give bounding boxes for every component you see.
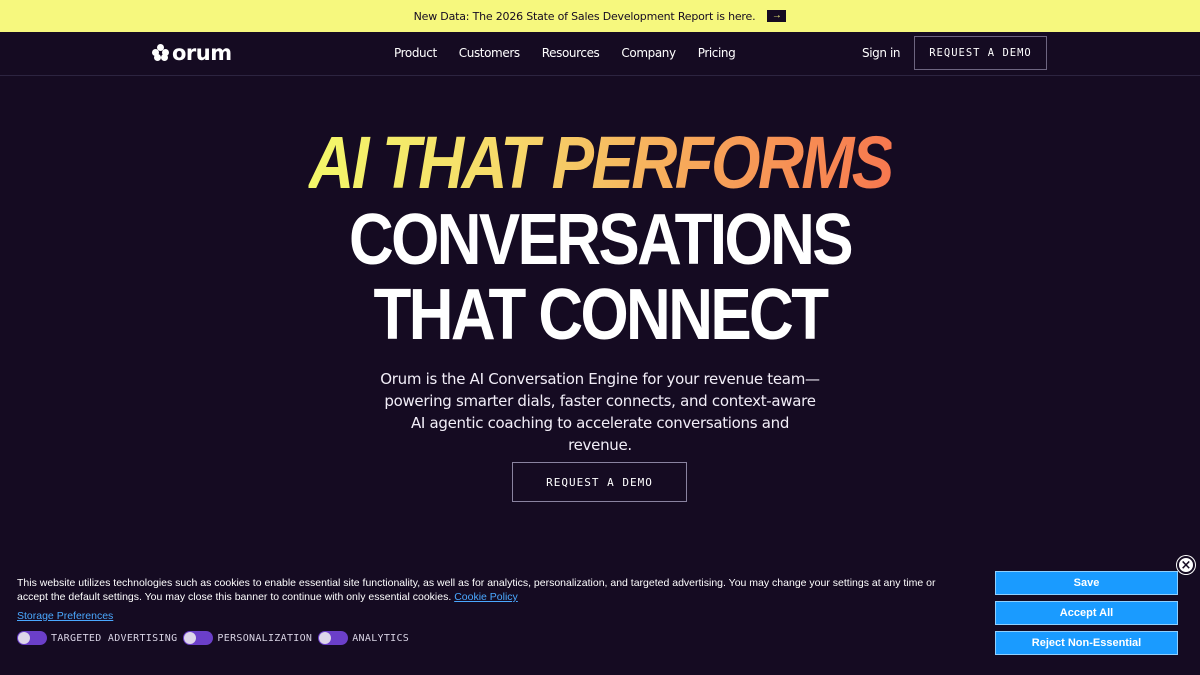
arrow-right-icon[interactable]: → (767, 10, 787, 22)
save-button[interactable]: Save (995, 571, 1178, 595)
close-icon[interactable]: × (1177, 556, 1195, 574)
targeted-advertising-toggle[interactable] (17, 631, 47, 645)
toggle-group-targeted-advertising: TARGETED ADVERTISING (17, 631, 177, 645)
analytics-toggle[interactable] (318, 631, 349, 645)
announcement-text[interactable]: New Data: The 2026 State of Sales Develo… (414, 10, 756, 23)
nav-link-resources[interactable]: Resources (542, 46, 600, 60)
toggle-knob (18, 632, 30, 644)
hero-headline-3: THAT CONNECT (373, 275, 829, 355)
hero-request-demo-button[interactable]: REQUEST A DEMO (512, 462, 687, 502)
toggle-group-analytics: ANALYTICS (318, 631, 409, 645)
toggle-group-personalization: PERSONALIZATION (183, 631, 312, 645)
cookie-text-block: This website utilizes technologies such … (17, 576, 967, 604)
nav-link-product[interactable]: Product (394, 46, 437, 60)
logo-mark-icon (152, 44, 170, 62)
announcement-bar[interactable]: New Data: The 2026 State of Sales Develo… (0, 0, 1200, 32)
analytics-label: ANALYTICS (352, 632, 410, 644)
hero-headline-gradient-text: AI THAT PERFORMS (308, 121, 894, 204)
personalization-toggle[interactable] (183, 631, 214, 645)
reject-non-essential-button[interactable]: Reject Non-Essential (995, 631, 1178, 655)
storage-preferences-link[interactable]: Storage Preferences (17, 610, 113, 622)
cookie-banner: This website utilizes technologies such … (0, 565, 1200, 675)
nav-link-company[interactable]: Company (621, 46, 676, 60)
logo[interactable]: orum (152, 41, 232, 65)
cookie-policy-link[interactable]: Cookie Policy (454, 591, 518, 603)
sign-in-link[interactable]: Sign in (862, 46, 901, 60)
hero-subtitle: Orum is the AI Conversation Engine for y… (380, 370, 820, 454)
toggle-knob (184, 632, 197, 644)
personalization-label: PERSONALIZATION (217, 632, 313, 644)
toggle-knob (319, 632, 332, 644)
cookie-toggles: TARGETED ADVERTISING PERSONALIZATION ANA… (17, 631, 415, 645)
hero-headline-2: CONVERSATIONS (348, 200, 854, 280)
nav-request-demo-button[interactable]: REQUEST A DEMO (914, 36, 1047, 70)
main-nav: orum Product Customers Resources Company… (0, 32, 1200, 76)
accept-all-button[interactable]: Accept All (995, 601, 1178, 625)
nav-link-pricing[interactable]: Pricing (698, 46, 736, 60)
nav-links: Product Customers Resources Company Pric… (394, 46, 736, 60)
nav-link-customers[interactable]: Customers (459, 46, 520, 60)
logo-text: orum (172, 41, 232, 65)
hero-headline-1: AI THAT PERFORMS (84, 126, 1116, 200)
targeted-advertising-label: TARGETED ADVERTISING (51, 632, 178, 644)
